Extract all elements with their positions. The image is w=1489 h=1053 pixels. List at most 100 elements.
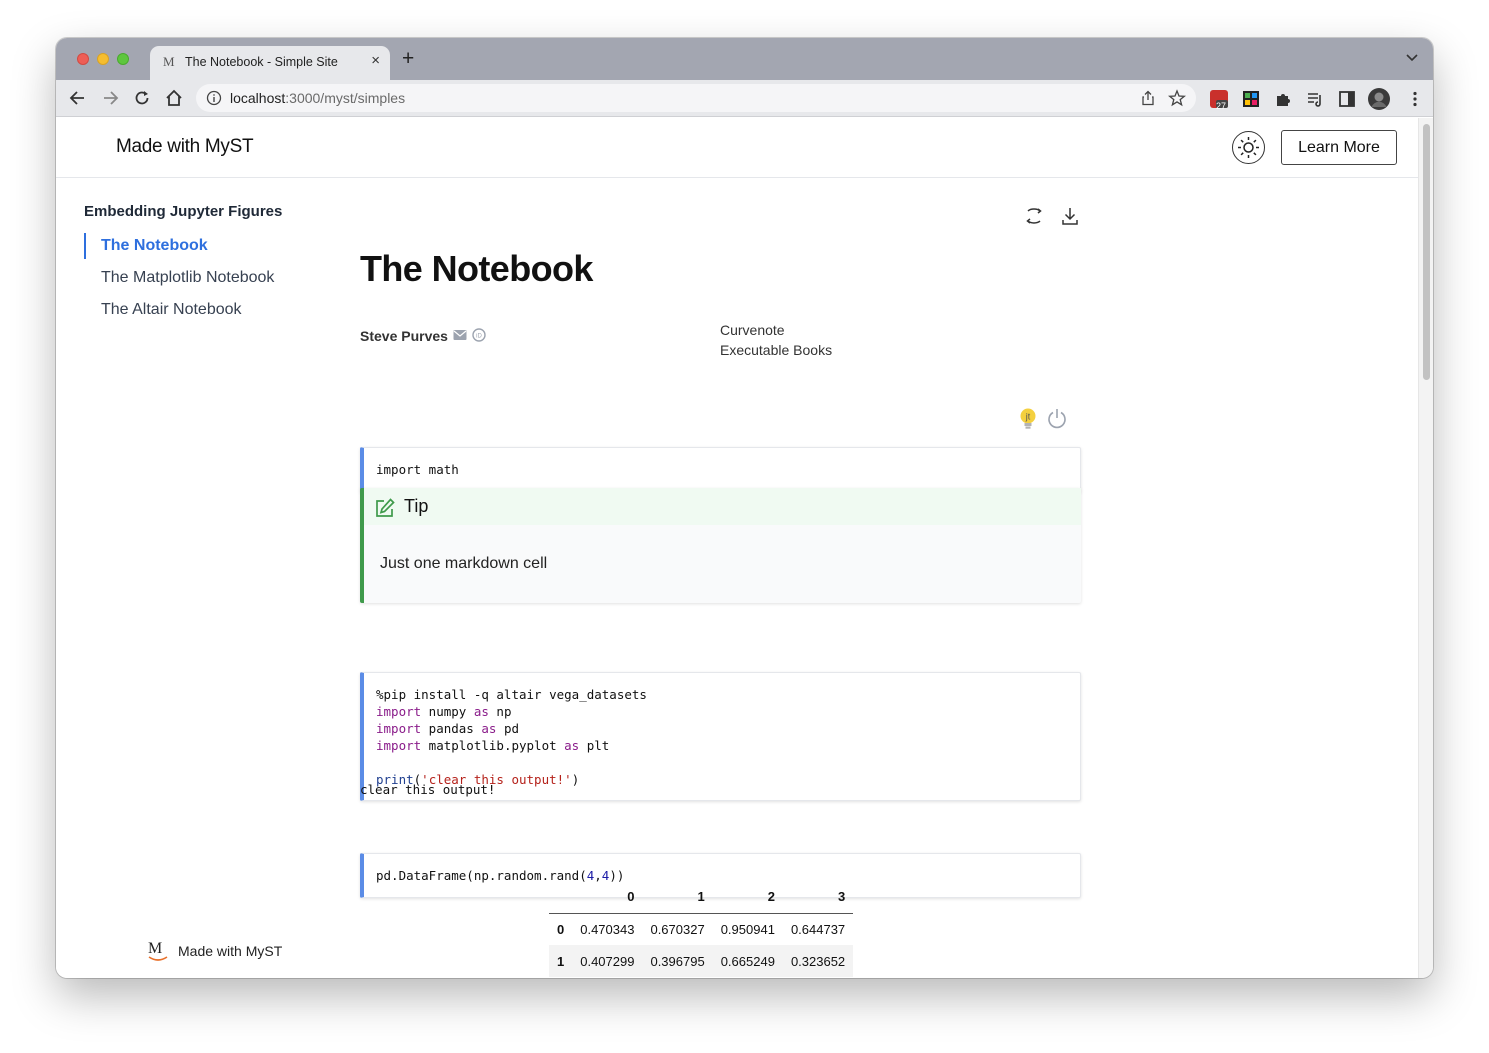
keyword: as	[564, 738, 580, 753]
profile-avatar[interactable]	[1368, 88, 1390, 110]
keyword: as	[481, 721, 497, 736]
code-text: import math	[376, 462, 459, 477]
reading-list-icon[interactable]	[1306, 90, 1324, 108]
info-icon[interactable]	[206, 90, 222, 106]
tab-the-notebook[interactable]: M The Notebook - Simple Site ×	[150, 46, 390, 80]
jupyter-lightbulb-icon[interactable]: jt	[1018, 407, 1038, 431]
code-line: import matplotlib.pyplot as plt	[376, 737, 1080, 754]
table-header-row: 0 1 2 3	[549, 881, 854, 914]
author-name: Steve Purves	[360, 328, 448, 344]
tip-header: Tip	[364, 488, 1081, 525]
code-text: matplotlib.pyplot	[421, 738, 565, 753]
sidebar-item-the-matplotlib-notebook[interactable]: The Matplotlib Notebook	[84, 265, 274, 291]
close-window-button[interactable]	[77, 53, 89, 65]
new-tab-button[interactable]: +	[402, 48, 414, 69]
table-cell: 0.396795	[650, 953, 705, 969]
table-cell: 0.665249	[720, 953, 775, 969]
keyword: import	[376, 721, 422, 736]
code-text: pandas	[421, 721, 482, 736]
row-index: 0	[557, 921, 565, 937]
keyword: import	[376, 704, 422, 719]
code-line: import math	[376, 461, 1080, 478]
code-text: numpy	[421, 704, 474, 719]
code-line: import pandas as pd	[376, 720, 1080, 737]
download-icon[interactable]	[1060, 206, 1080, 226]
kebab-menu-icon[interactable]	[1406, 90, 1424, 108]
extension-badge: 27	[1216, 101, 1227, 111]
learn-more-button[interactable]: Learn More	[1281, 130, 1397, 165]
pencil-square-icon	[376, 498, 395, 517]
home-icon[interactable]	[164, 88, 184, 108]
tab-title: The Notebook - Simple Site	[185, 55, 338, 69]
chevron-down-icon[interactable]	[1405, 53, 1419, 63]
affiliation-executable-books: Executable Books	[720, 342, 833, 358]
table-cell: 0.470343	[580, 921, 635, 937]
cell-output-text: clear this output!	[360, 782, 496, 797]
affiliation-curvenote: Curvenote	[720, 322, 785, 338]
index-header	[549, 881, 573, 914]
table-cell: 0.323652	[790, 953, 846, 969]
table-cell: 0.670327	[650, 921, 705, 937]
code-line: import numpy as np	[376, 703, 1080, 720]
tip-admonition: Tip Just one markdown cell	[360, 488, 1081, 603]
dataframe-output-table: 0 1 2 3 0 0.470343 0.670327 0.950941 0.6…	[549, 881, 854, 977]
launch-binder-icon[interactable]	[1024, 206, 1044, 226]
forward-arrow-icon[interactable]	[100, 88, 120, 108]
puzzle-extensions-icon[interactable]	[1274, 90, 1292, 108]
bookmark-star-icon[interactable]	[1168, 89, 1186, 107]
table-cell: 0.644737	[790, 921, 846, 937]
address-url: localhost:3000/myst/simples	[230, 90, 405, 106]
page-viewport: Made with MyST Learn More Embedding Jupy…	[56, 118, 1418, 978]
minimize-window-button[interactable]	[97, 53, 109, 65]
column-header: 1	[642, 881, 713, 914]
page-scrollbar[interactable]	[1418, 118, 1433, 978]
site-header: Made with MyST Learn More	[56, 118, 1418, 178]
code-text: plt	[579, 738, 610, 753]
myst-logo-swoosh-icon	[148, 956, 168, 961]
made-with-myst-label: Made with MyST	[178, 943, 283, 959]
sun-icon	[1238, 137, 1259, 158]
keyword: import	[376, 738, 422, 753]
code-line: %pip install -q altair vega_datasets	[376, 686, 1080, 703]
close-tab-icon[interactable]: ×	[371, 52, 380, 69]
code-text: pd	[496, 721, 520, 736]
column-header: 2	[712, 881, 783, 914]
tip-title: Tip	[404, 496, 429, 516]
back-arrow-icon[interactable]	[68, 88, 88, 108]
table-row: 1 0.407299 0.396795 0.665249 0.323652	[549, 945, 854, 977]
svg-text:jt: jt	[1025, 412, 1031, 422]
browser-window: M The Notebook - Simple Site × + localho…	[56, 38, 1433, 978]
myst-favicon-icon: M	[163, 54, 175, 69]
svg-text:iD: iD	[476, 334, 482, 340]
orcid-icon[interactable]: iD	[472, 328, 486, 342]
table-cell: 0.407299	[580, 953, 635, 969]
code-text: np	[488, 704, 512, 719]
color-picker-extension-icon[interactable]	[1242, 90, 1260, 108]
tip-body: Just one markdown cell	[380, 555, 548, 572]
site-brand[interactable]: Made with MyST	[116, 136, 254, 158]
code-text: %pip install -q altair vega_datasets	[376, 687, 647, 702]
sidebar-title: Embedding Jupyter Figures	[84, 203, 283, 220]
share-icon[interactable]	[1140, 90, 1156, 106]
sidebar-item-the-notebook[interactable]: The Notebook	[84, 233, 208, 259]
url-host: localhost	[230, 90, 286, 106]
side-panel-icon[interactable]	[1338, 90, 1356, 108]
address-bar[interactable]: localhost:3000/myst/simples	[196, 84, 1196, 112]
code-cell-import-math[interactable]: import math	[360, 447, 1081, 492]
browser-toolbar: localhost:3000/myst/simples 27	[56, 80, 1433, 117]
reload-icon[interactable]	[132, 88, 152, 108]
code-text: )	[571, 772, 580, 787]
keyword: as	[473, 704, 489, 719]
power-icon[interactable]	[1046, 407, 1068, 429]
row-index: 1	[557, 953, 565, 969]
table-row: 0 0.470343 0.670327 0.950941 0.644737	[549, 913, 853, 945]
theme-toggle-button[interactable]	[1232, 131, 1265, 164]
column-header: 3	[782, 881, 854, 914]
email-icon[interactable]	[453, 329, 467, 341]
sidebar-item-the-altair-notebook[interactable]: The Altair Notebook	[84, 297, 242, 323]
scrollbar-thumb[interactable]	[1423, 124, 1430, 380]
url-path: :3000/myst/simples	[285, 90, 406, 106]
table-cell: 0.950941	[720, 921, 775, 937]
zoom-window-button[interactable]	[117, 53, 129, 65]
